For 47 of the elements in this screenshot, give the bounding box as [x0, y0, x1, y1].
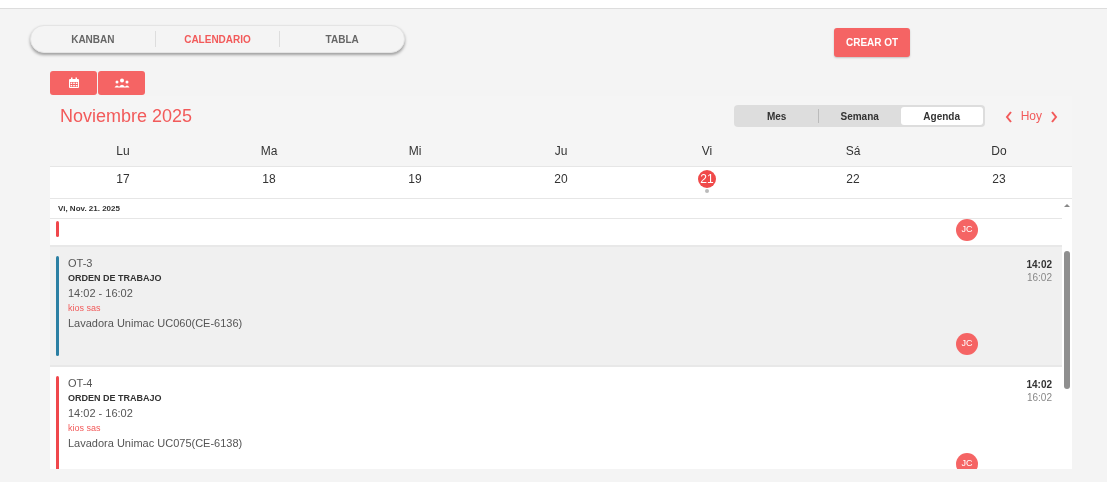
view-option[interactable]: Mes — [735, 107, 818, 125]
calendar-view-button[interactable] — [50, 71, 97, 95]
weekday-label: Vi — [701, 144, 713, 158]
day-number[interactable]: 20 — [552, 170, 570, 188]
event-equipment: Lavadora Unimac UC075(CE-6138) — [68, 436, 244, 451]
start-time: 14:02 — [1025, 258, 1052, 271]
weekday-label: Do — [991, 144, 1007, 158]
day-number[interactable]: 23 — [990, 170, 1008, 188]
weekday-label: Mi — [408, 144, 422, 158]
day-number[interactable]: 17 — [114, 170, 132, 188]
avatar: JC — [956, 453, 978, 469]
end-time: 16:02 — [1025, 271, 1052, 284]
start-time: 14:02 — [1025, 378, 1052, 391]
day-number[interactable]: 21 — [698, 170, 716, 188]
avatar: JC — [956, 333, 978, 355]
event-type: ORDEN DE TRABAJO — [68, 392, 163, 405]
day-number[interactable]: 19 — [406, 170, 424, 188]
weekday-label: Ma — [260, 144, 278, 158]
chevron-right-icon — [1050, 110, 1058, 123]
avatar: JC — [956, 219, 978, 241]
end-time: 16:02 — [1025, 391, 1052, 404]
day-number[interactable]: 18 — [260, 170, 278, 188]
calendar-icon — [67, 77, 80, 89]
event-client: kios sas — [68, 302, 102, 315]
view-tab[interactable]: TABLA — [280, 31, 404, 47]
view-tab[interactable]: KANBAN — [31, 31, 155, 47]
scroll-up-icon[interactable] — [1062, 201, 1072, 209]
chevron-left-icon — [1004, 110, 1013, 123]
agenda-date: Vi, Nov. 21. 2025 — [50, 199, 1062, 219]
event-type: ORDEN DE TRABAJO — [68, 272, 163, 285]
weekday-label: Lu — [116, 144, 130, 158]
people-icon — [112, 78, 131, 88]
event-code: OT-3 — [68, 256, 94, 271]
event-client: kios sas — [68, 422, 102, 435]
event-code: OT-4 — [68, 376, 94, 391]
event-dot — [705, 189, 709, 193]
day-number[interactable]: 22 — [844, 170, 862, 188]
people-view-button[interactable] — [98, 71, 145, 95]
event-time-range: 14:02 - 16:02 — [68, 406, 134, 421]
event-row[interactable]: OT-3 ORDEN DE TRABAJO 14:02 - 16:02 kios sas Lavadora Unimac UC060(CE-6136) JC 14:02 16:02 — [50, 247, 1062, 367]
event-time-range: 14:02 - 16:02 — [68, 286, 134, 301]
weekday-label: Ju — [554, 144, 568, 158]
weekday-label: Sá — [845, 144, 861, 158]
calendar-title: Noviembre 2025 — [60, 104, 193, 128]
view-option[interactable]: Semana — [818, 107, 901, 125]
view-option[interactable]: Agenda — [900, 107, 983, 125]
event-equipment: Lavadora Unimac UC060(CE-6136) — [68, 316, 244, 331]
